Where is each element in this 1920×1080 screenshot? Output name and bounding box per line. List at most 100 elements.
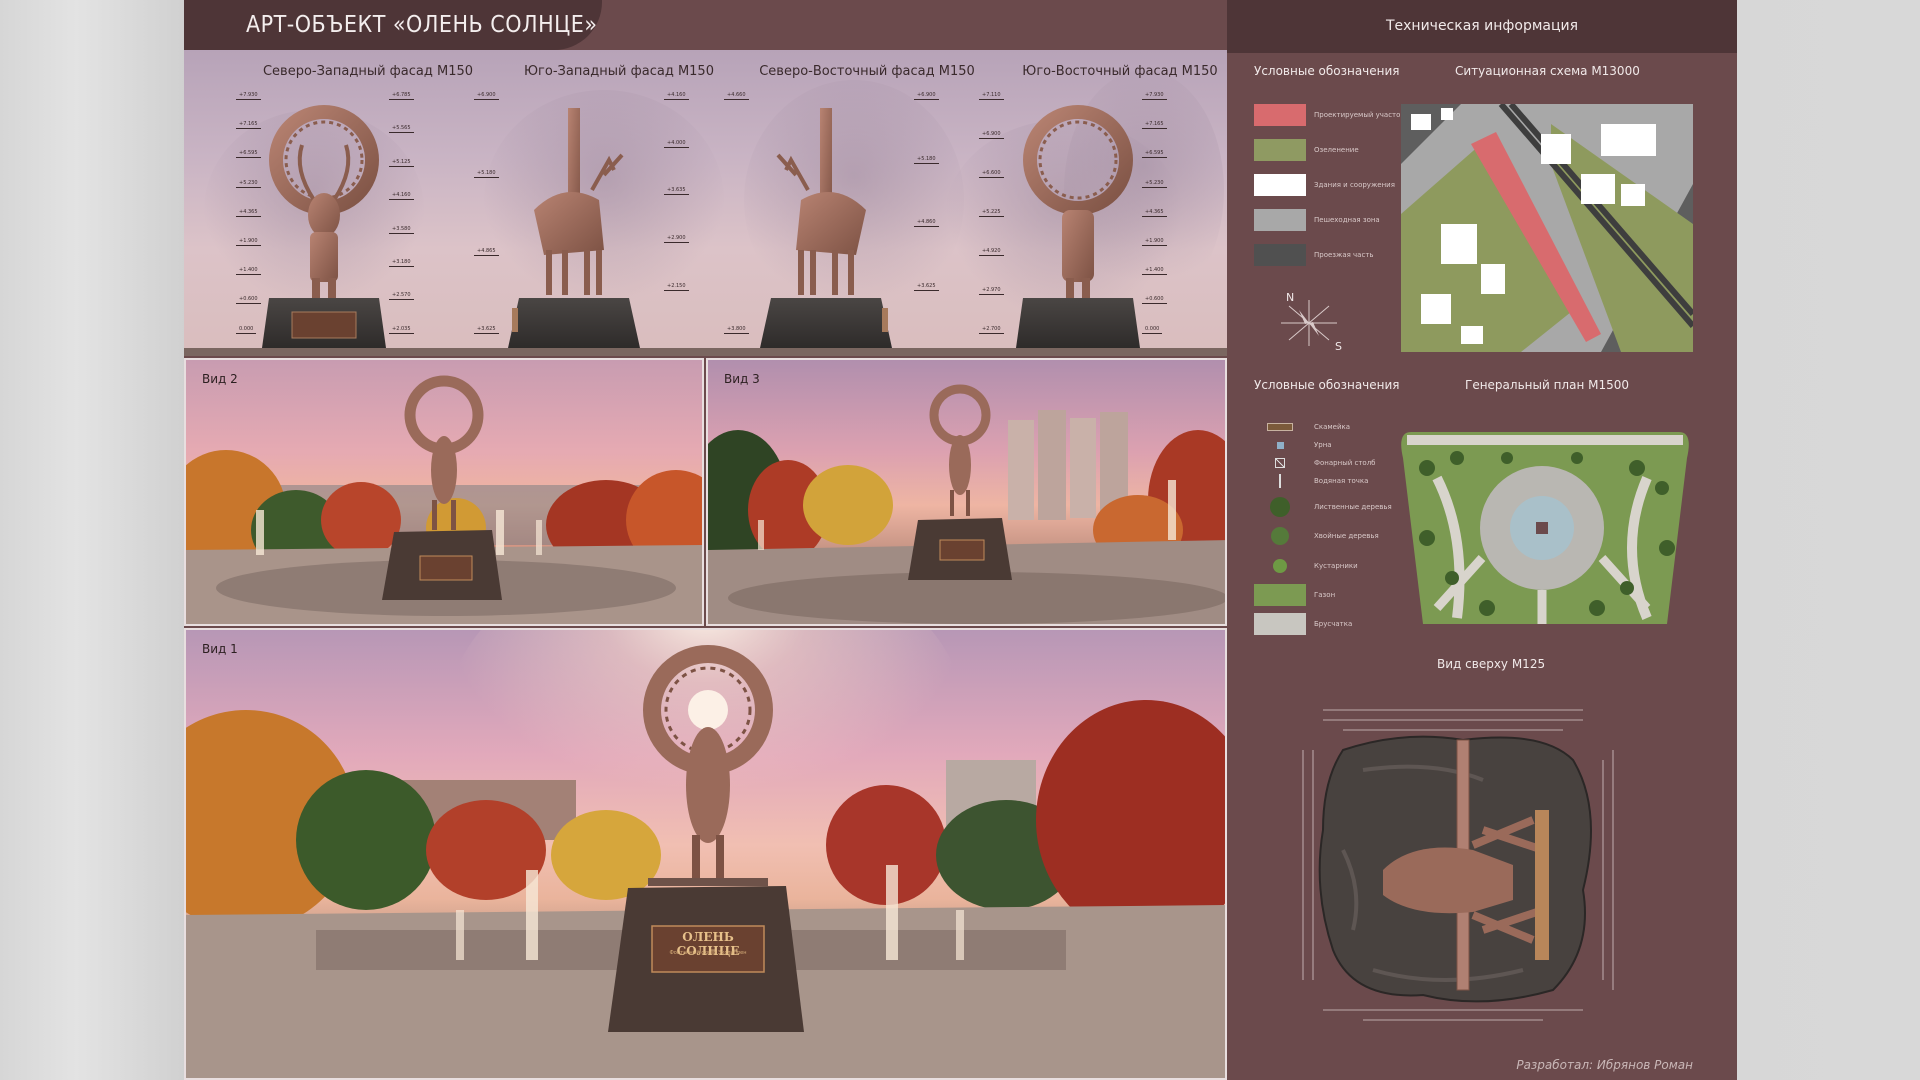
elevation-mark: +4.160 bbox=[664, 92, 689, 100]
legend-1-item: Пешеходная зона bbox=[1254, 209, 1380, 231]
view-3-label: Вид 3 bbox=[724, 372, 760, 386]
elevation-mark: +5.125 bbox=[389, 159, 414, 167]
general-plan bbox=[1401, 432, 1689, 624]
elevation-mark: 0.000 bbox=[1142, 326, 1163, 334]
bench-icon bbox=[1254, 418, 1306, 436]
elevation-mark: +4.365 bbox=[1142, 209, 1167, 217]
elevation-mark: +2.970 bbox=[979, 287, 1004, 295]
legend-1-item: Проезжая часть bbox=[1254, 244, 1374, 266]
elevation-mark: 0.000 bbox=[236, 326, 257, 334]
legend-label: Проезжая часть bbox=[1314, 251, 1374, 259]
elevation-mark: +1.900 bbox=[236, 238, 261, 247]
lawn-icon bbox=[1254, 584, 1306, 606]
legend-label: Хвойные деревья bbox=[1314, 532, 1379, 540]
elevation-mark: +6.900 bbox=[914, 92, 939, 100]
facade-nw-statue bbox=[262, 105, 386, 348]
view-1-label: Вид 1 bbox=[202, 642, 238, 656]
render-view-1: Вид 1 ОЛЕНЬ СОЛНЦЕ Фонтанный сквер Эксли… bbox=[184, 628, 1227, 1080]
legend-label: Лиственные деревья bbox=[1314, 503, 1392, 511]
elevation-mark: +4.660 bbox=[724, 92, 749, 100]
render-view-3: Вид 3 bbox=[706, 358, 1227, 626]
elevation-mark: +2.900 bbox=[664, 235, 689, 243]
legend-2-item: Хвойные деревья bbox=[1254, 527, 1379, 545]
facades-panel: Северо-Западный фасад М150 Юго-Западный … bbox=[184, 50, 1227, 356]
elevation-mark: +7.930 bbox=[236, 92, 261, 100]
presentation-board: Северо-Западный фасад М150 Юго-Западный … bbox=[184, 0, 1737, 1080]
facade-ne-statue bbox=[760, 108, 892, 348]
elevation-mark: +7.110 bbox=[979, 92, 1004, 100]
elevation-mark: +2.570 bbox=[389, 292, 414, 301]
conifer-tree-icon bbox=[1254, 527, 1306, 545]
elevation-mark: +3.580 bbox=[389, 226, 414, 234]
legend-label: Газон bbox=[1314, 591, 1336, 599]
situation-map bbox=[1401, 104, 1693, 352]
plaque-subtitle: Фонтанный сквер Экслиппен bbox=[669, 950, 747, 956]
legend-swatch bbox=[1254, 174, 1306, 196]
elevation-mark: +3.625 bbox=[914, 283, 939, 291]
legend-2-title: Условные обозначения bbox=[1254, 378, 1400, 392]
left-column: Северо-Западный фасад М150 Юго-Западный … bbox=[184, 0, 1227, 1080]
elevation-mark: +0.600 bbox=[1142, 296, 1167, 305]
legend-label: Урна bbox=[1314, 441, 1332, 449]
compass-icon bbox=[1281, 300, 1337, 346]
elevation-mark: +5.180 bbox=[914, 156, 939, 164]
legend-label: Озеленение bbox=[1314, 146, 1359, 154]
elevation-mark: +3.180 bbox=[389, 259, 414, 267]
lamp-post-icon bbox=[1254, 454, 1306, 472]
legend-2-item: Брусчатка bbox=[1254, 613, 1352, 635]
elevation-mark: +6.595 bbox=[236, 150, 261, 159]
elevation-mark: +5.230 bbox=[1142, 180, 1167, 188]
elevation-mark: +6.900 bbox=[979, 131, 1004, 139]
elevation-mark: +4.920 bbox=[979, 248, 1004, 256]
top-view-drawing bbox=[1302, 709, 1614, 1021]
facade-se-statue bbox=[1016, 105, 1140, 348]
elevation-mark: +6.595 bbox=[1142, 150, 1167, 159]
topview-title: Вид сверху М125 bbox=[1437, 657, 1546, 671]
elevation-mark: +5.225 bbox=[979, 209, 1004, 217]
elevation-mark: +5.230 bbox=[236, 180, 261, 188]
elevation-mark: +2.700 bbox=[979, 326, 1004, 334]
elevation-mark: +4.860 bbox=[914, 219, 939, 227]
elevation-mark: +4.365 bbox=[236, 209, 261, 217]
elevation-mark: +7.930 bbox=[1142, 92, 1167, 100]
elevation-mark: +6.600 bbox=[979, 170, 1004, 178]
legend-label: Фонарный столб bbox=[1314, 459, 1376, 467]
view-2-label: Вид 2 bbox=[202, 372, 238, 386]
elevation-mark: +5.180 bbox=[474, 170, 499, 178]
legend-1-item: Озеленение bbox=[1254, 139, 1359, 161]
legend-swatch bbox=[1254, 244, 1306, 266]
legend-2-item: Фонарный столб bbox=[1254, 454, 1376, 472]
elevation-mark: +7.165 bbox=[1142, 121, 1167, 130]
legend-label: Здания и сооружения bbox=[1314, 181, 1395, 189]
situation-title: Ситуационная схема М13000 bbox=[1455, 64, 1640, 78]
render-view-2: Вид 2 bbox=[184, 358, 704, 626]
elevation-mark: +1.400 bbox=[236, 267, 261, 276]
legend-2-item: Урна bbox=[1254, 436, 1332, 454]
elevation-mark: +3.635 bbox=[664, 187, 689, 196]
legend-swatch bbox=[1254, 104, 1306, 126]
elevation-mark: +1.400 bbox=[1142, 267, 1167, 276]
facade-sw-statue bbox=[508, 108, 640, 348]
shrub-icon bbox=[1254, 557, 1306, 575]
elevation-mark: +3.625 bbox=[474, 326, 499, 334]
elevation-mark: +0.600 bbox=[236, 296, 261, 305]
author-credit: Разработал: Ибрянов Роман bbox=[1516, 1058, 1693, 1072]
legend-label: Водяная точка bbox=[1314, 477, 1369, 485]
legend-1-title: Условные обозначения bbox=[1254, 64, 1400, 78]
water-point-icon bbox=[1254, 472, 1306, 490]
elevation-mark: +6.785 bbox=[389, 92, 414, 100]
legend-2-item: Скамейка bbox=[1254, 418, 1350, 436]
elevation-mark: +6.900 bbox=[474, 92, 499, 100]
genplan-title: Генеральный план М1500 bbox=[1465, 378, 1629, 392]
elevation-mark: +2.150 bbox=[664, 283, 689, 291]
legend-label: Скамейка bbox=[1314, 423, 1351, 431]
elevation-mark: +1.900 bbox=[1142, 238, 1167, 247]
elevation-mark: +3.800 bbox=[724, 326, 749, 334]
legend-label: Пешеходная зона bbox=[1314, 216, 1380, 224]
legend-swatch bbox=[1254, 139, 1306, 161]
legend-2-item: Газон bbox=[1254, 584, 1336, 606]
elevation-mark: +2.035 bbox=[389, 326, 414, 334]
legend-1-item: Здания и сооружения bbox=[1254, 174, 1395, 196]
legend-label: Проектируемый участок bbox=[1314, 111, 1405, 119]
paving-icon bbox=[1254, 613, 1306, 635]
